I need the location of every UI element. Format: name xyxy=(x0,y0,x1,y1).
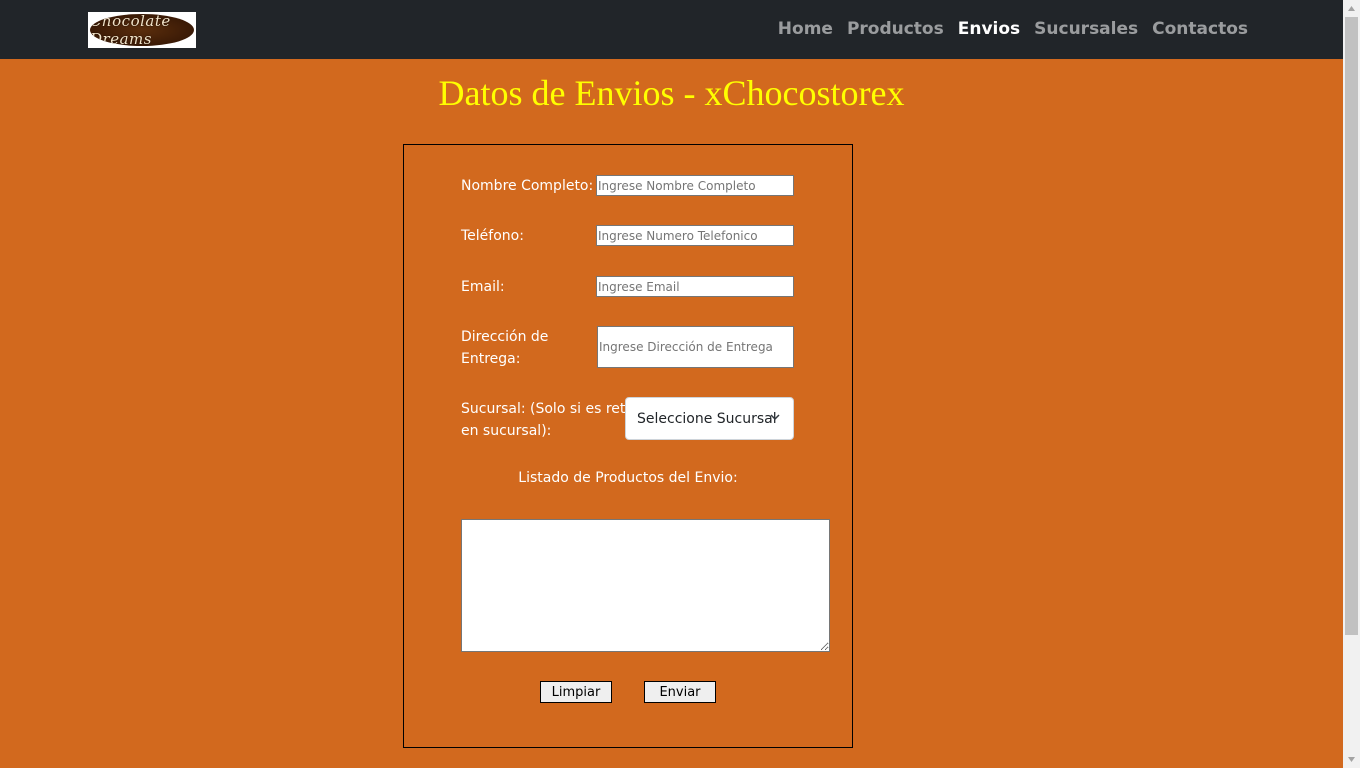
shipping-form: Nombre Completo: Teléfono: Email: Direcc… xyxy=(403,144,853,748)
email-label: Email: xyxy=(461,279,505,295)
nav-item-home[interactable]: Home xyxy=(778,19,833,39)
nombre-input[interactable] xyxy=(596,175,794,196)
enviar-button[interactable]: Enviar xyxy=(644,681,716,703)
limpiar-button[interactable]: Limpiar xyxy=(540,681,612,703)
brand-logo[interactable]: Chocolate Dreams xyxy=(88,12,196,48)
direccion-label-line1: Dirección de xyxy=(461,329,549,345)
telefono-input[interactable] xyxy=(596,225,794,246)
scrollbar-thumb[interactable] xyxy=(1345,17,1358,635)
chevron-down-icon xyxy=(770,414,780,421)
sucursal-label-line2: en sucursal): xyxy=(461,423,552,439)
sucursal-select-value: Seleccione Sucursal xyxy=(637,410,777,427)
logo-text: Chocolate Dreams xyxy=(90,14,171,46)
productos-textarea[interactable] xyxy=(461,519,830,652)
sucursal-select[interactable]: Seleccione Sucursal xyxy=(625,397,794,440)
telefono-label: Teléfono: xyxy=(461,228,524,244)
sucursal-label-line1: Sucursal: (Solo si es retiro xyxy=(461,401,644,417)
navbar: Chocolate Dreams Home Productos Envios S… xyxy=(0,0,1343,59)
logo-image: Chocolate Dreams xyxy=(90,14,194,46)
direccion-input[interactable] xyxy=(597,326,794,368)
nav-item-sucursales[interactable]: Sucursales xyxy=(1034,19,1138,39)
vertical-scrollbar[interactable] xyxy=(1343,0,1360,768)
nav-item-contactos[interactable]: Contactos xyxy=(1152,19,1248,39)
email-input[interactable] xyxy=(596,276,794,297)
nav-item-productos[interactable]: Productos xyxy=(847,19,944,39)
scroll-down-arrow-icon[interactable] xyxy=(1347,755,1356,764)
scroll-up-arrow-icon[interactable] xyxy=(1347,4,1356,13)
page-title: Datos de Envios - xChocostorex xyxy=(438,73,905,113)
nombre-label: Nombre Completo: xyxy=(461,178,594,194)
nav-links: Home Productos Envios Sucursales Contact… xyxy=(778,19,1248,39)
direccion-label-line2: Entrega: xyxy=(461,351,521,367)
productos-label: Listado de Productos del Envio: xyxy=(518,470,738,486)
nav-item-envios[interactable]: Envios xyxy=(958,19,1020,39)
